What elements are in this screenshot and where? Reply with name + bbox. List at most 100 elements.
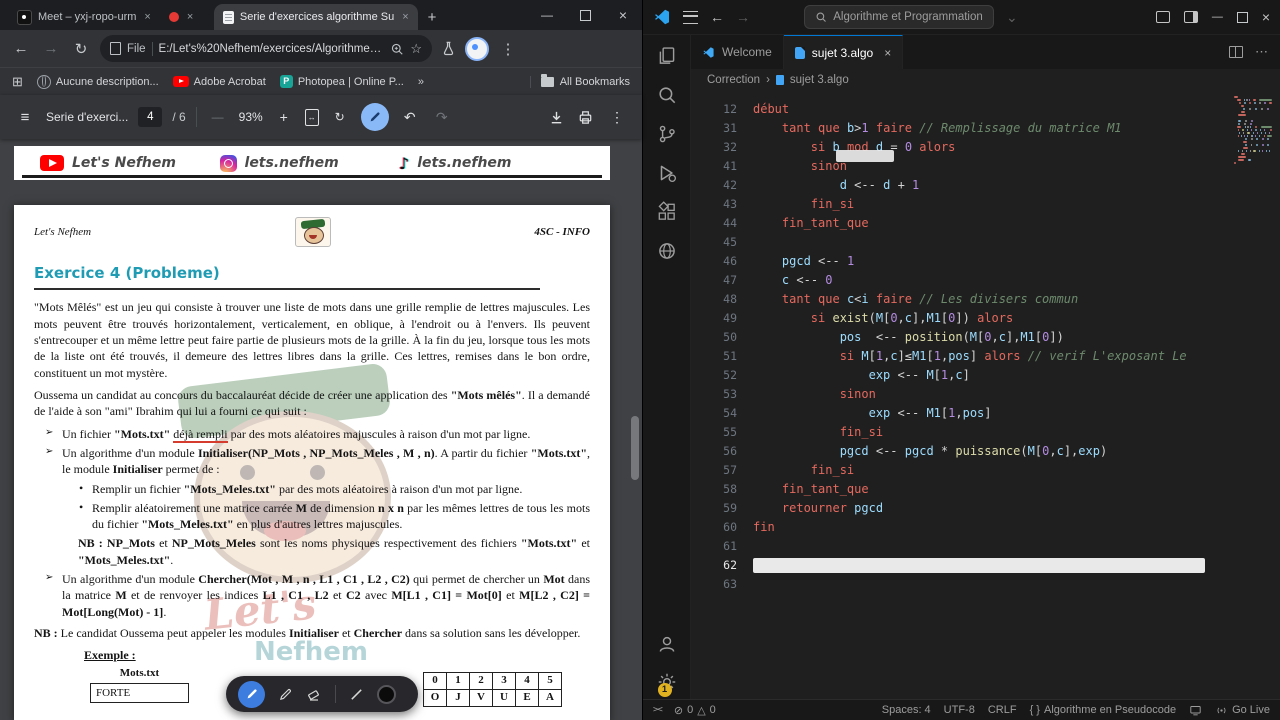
cast-icon[interactable] [1189, 704, 1202, 717]
code-line-50[interactable]: 50 pos <-- position(M[0,c],M1[0]) [691, 328, 1280, 347]
print-icon[interactable] [577, 109, 594, 126]
draw-annotate-button[interactable] [360, 103, 389, 131]
explorer-icon[interactable] [656, 45, 678, 67]
close-button[interactable]: × [604, 0, 642, 30]
breadcrumb-file[interactable]: sujet 3.algo [790, 74, 849, 86]
remote-explorer-icon[interactable] [656, 240, 678, 262]
tab-welcome[interactable]: Welcome [691, 35, 784, 69]
tab-close-icon[interactable]: × [187, 11, 193, 23]
tab-pdf-active[interactable]: Serie d'exercices algorithme Su × [213, 4, 418, 30]
extensions-icon[interactable] [656, 201, 678, 223]
breadcrumb[interactable]: Correction › sujet 3.algo [691, 69, 1280, 90]
tab-meet[interactable]: Meet – yxj-ropo-urm × [8, 4, 160, 30]
tab-close-icon[interactable]: × [884, 46, 891, 60]
code-line-52[interactable]: 52 exp <-- M[1,c] [691, 366, 1280, 385]
tab-close-icon[interactable]: × [402, 11, 408, 23]
go-live-button[interactable]: Go Live [1215, 704, 1270, 717]
code-line-43[interactable]: 43 fin_si [691, 195, 1280, 214]
undo-button[interactable]: ↶ [399, 109, 421, 126]
zoom-icon[interactable] [390, 42, 404, 56]
color-swatch-black[interactable] [377, 684, 396, 704]
fit-page-icon[interactable]: ↔ [304, 108, 319, 126]
code-line-53[interactable]: 53 sinon [691, 385, 1280, 404]
code-line-55[interactable]: 55 fin_si [691, 423, 1280, 442]
code-line-42[interactable]: 42 d <-- d + 1 [691, 176, 1280, 195]
code-line-47[interactable]: 47 c <-- 0 [691, 271, 1280, 290]
maximize-button[interactable] [566, 0, 604, 30]
tab-recording[interactable]: × [160, 4, 214, 30]
problems-indicator[interactable]: ⊘ 0 △ 0 [674, 704, 716, 717]
download-icon[interactable] [548, 109, 565, 126]
pen-tool-active[interactable] [238, 680, 265, 708]
vscode-close-button[interactable]: × [1262, 9, 1270, 25]
remote-indicator-icon[interactable]: >< [653, 705, 663, 715]
minimize-button[interactable]: — [528, 0, 566, 30]
code-line-44[interactable]: 44 fin_tant_que [691, 214, 1280, 233]
run-debug-icon[interactable] [656, 162, 678, 184]
extension-flask-icon[interactable] [440, 40, 457, 57]
source-control-icon[interactable] [656, 123, 678, 145]
nav-back-icon[interactable]: ← [710, 9, 724, 25]
code-line-46[interactable]: 46 pgcd <-- 1 [691, 252, 1280, 271]
menu-icon[interactable] [683, 10, 698, 24]
code-line-32[interactable]: 32 si b mod d = 0 alors [691, 138, 1280, 157]
pdf-scrollbar-thumb[interactable] [631, 416, 639, 480]
bookmark-item-3[interactable]: P Photopea | Online P... [279, 75, 404, 88]
code-line-49[interactable]: 49 si exist(M[0,c],M1[0]) alors [691, 309, 1280, 328]
tab-close-icon[interactable]: × [144, 11, 150, 23]
code-line-12[interactable]: 12 début [691, 100, 1280, 119]
zoom-in-button[interactable]: + [273, 109, 295, 125]
line-tool-icon[interactable] [349, 687, 364, 702]
redo-button[interactable]: ↷ [431, 109, 453, 126]
command-center-search[interactable]: Algorithme et Programmation [804, 5, 994, 29]
minimap[interactable] [1234, 96, 1273, 174]
code-line-54[interactable]: 54 exp <-- M1[1,pos] [691, 404, 1280, 423]
vscode-minimize-button[interactable]: — [1212, 11, 1223, 23]
code-line-41[interactable]: 41 sinon [691, 157, 1280, 176]
code-line-58[interactable]: 58 fin_tant_que [691, 480, 1280, 499]
code-editor[interactable]: 12 début 31 tant que b>1 faire // Rempliss… [691, 90, 1280, 699]
eraser-tool-icon[interactable] [306, 686, 322, 702]
search-sidebar-icon[interactable] [656, 84, 678, 106]
encoding-indicator[interactable]: UTF-8 [944, 704, 975, 716]
code-line-61[interactable]: 61 [691, 537, 1280, 556]
toggle-panel-icon[interactable] [1155, 11, 1170, 23]
code-line-59[interactable]: 59 retourner pgcd [691, 499, 1280, 518]
reload-button[interactable]: ↻ [70, 40, 92, 58]
all-bookmarks-button[interactable]: All Bookmarks [529, 73, 630, 88]
address-bar[interactable]: File E:/Let's%20Nefhem/exercices/Algorit… [100, 35, 432, 62]
code-line-51[interactable]: 51 si M[1,c]≤M1[1,pos] alors // verif L'… [691, 347, 1280, 366]
page-number-input[interactable]: 4 [138, 107, 163, 127]
account-icon[interactable] [656, 633, 678, 655]
tab-sujet3-active[interactable]: sujet 3.algo × [783, 35, 904, 69]
bookmarks-overflow-icon[interactable]: » [418, 76, 424, 88]
back-button[interactable]: ← [10, 40, 32, 57]
split-editor-icon[interactable] [1229, 46, 1243, 58]
nav-forward-icon[interactable]: → [736, 9, 750, 25]
code-line-57[interactable]: 57 fin_si [691, 461, 1280, 480]
indentation-indicator[interactable]: Spaces: 4 [882, 704, 931, 716]
rotate-icon[interactable]: ↻ [329, 110, 351, 124]
breadcrumb-folder[interactable]: Correction [707, 74, 760, 86]
vscode-maximize-button[interactable] [1236, 11, 1248, 23]
bookmark-item-1[interactable]: Aucune description... [36, 74, 159, 89]
code-line-62[interactable]: 62 [691, 556, 1280, 575]
pdf-canvas[interactable]: Let's Nefhem lets.nefhem ♪ lets.nefhem L… [0, 138, 642, 720]
pdf-more-icon[interactable]: ⋮ [606, 109, 628, 126]
editor-actions-more-icon[interactable]: ⋯ [1255, 44, 1268, 60]
pdf-menu-icon[interactable]: ≡ [14, 109, 36, 126]
bookmark-item-2[interactable]: Adobe Acrobat [172, 76, 266, 88]
code-line-31[interactable]: 31 tant que b>1 faire // Remplissage du … [691, 119, 1280, 138]
apps-grid-icon[interactable]: ⊞ [12, 74, 23, 90]
zoom-out-button[interactable]: — [207, 110, 229, 124]
new-tab-button[interactable]: + [418, 9, 447, 26]
code-line-48[interactable]: 48 tant que c<i faire // Les divisers co… [691, 290, 1280, 309]
language-mode[interactable]: { } Algorithme en Pseudocode [1030, 704, 1177, 716]
browser-menu-icon[interactable]: ⋮ [497, 40, 519, 58]
code-line-56[interactable]: 56 pgcd <-- pgcd * puissance(M[0,c],exp) [691, 442, 1280, 461]
bookmark-star-icon[interactable]: ☆ [410, 41, 422, 57]
profile-avatar[interactable] [465, 36, 489, 61]
customize-layout-icon[interactable] [1183, 11, 1198, 23]
forward-button[interactable]: → [40, 40, 62, 57]
code-line-63[interactable]: 63 [691, 575, 1280, 594]
